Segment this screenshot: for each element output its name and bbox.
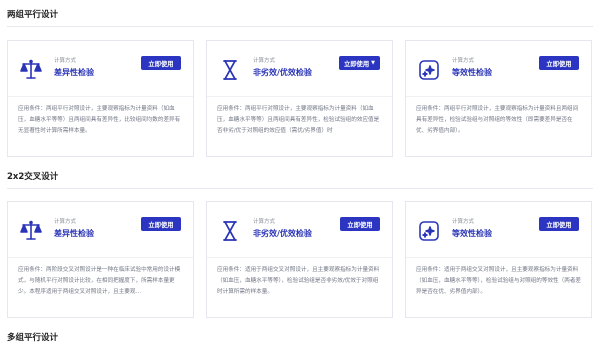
use-now-label: 立即使用 — [148, 60, 174, 68]
method-type-label: 计算方式 — [54, 58, 77, 64]
use-now-label: 立即使用 — [347, 221, 373, 229]
sparkle-icon — [417, 58, 441, 82]
method-card-noninferiority[interactable]: 计算方式 非劣效/优效检验 立即使用 ▼ 应用条件：两组平行对照设计，主要观察指标… — [206, 40, 393, 157]
method-name: 非劣效/优效检验 — [253, 229, 312, 238]
use-now-button[interactable]: 立即使用 — [141, 217, 181, 231]
scale-icon — [19, 58, 43, 82]
method-card-difference[interactable]: 计算方式 差异性检验 立即使用 应用条件：两阶段交叉对照设计是一种在临床试验中常… — [7, 201, 194, 318]
use-now-button[interactable]: 立即使用 — [340, 217, 380, 231]
method-name: 等效性检验 — [452, 68, 492, 77]
card-divider — [406, 257, 591, 258]
method-type-label: 计算方式 — [452, 58, 475, 64]
use-now-dropdown-button[interactable]: 立即使用 ▼ — [338, 56, 380, 70]
use-now-label: 立即使用 — [546, 60, 572, 68]
section-divider — [7, 188, 593, 189]
method-card-equivalence[interactable]: 计算方式 等效性检验 立即使用 应用条件：两组平行对照设计，主要观察指标为计量资… — [405, 40, 592, 157]
section-title-parallel: 两组平行设计 — [7, 10, 59, 20]
method-description: 应用条件：适用于两组交叉对照设计，且主要观察指标为计量资料（如血压，血糖水平等等… — [416, 267, 582, 295]
card-divider — [8, 96, 193, 97]
hourglass-icon — [218, 219, 242, 243]
section-title-multi-group: 多组平行设计 — [7, 333, 59, 343]
method-description: 应用条件：两组平行对照设计，主要观察指标为计量资料（如血压，血糖水平等等）且两组… — [217, 106, 380, 134]
method-name: 差异性检验 — [54, 68, 94, 77]
method-type-label: 计算方式 — [253, 58, 276, 64]
card-divider — [8, 257, 193, 258]
section-divider — [7, 26, 593, 27]
card-divider — [207, 96, 392, 97]
caret-down-icon: ▼ — [371, 59, 375, 66]
use-now-label: 立即使用 — [148, 221, 174, 229]
method-card-difference[interactable]: 计算方式 差异性检验 立即使用 应用条件：两组平行对照设计，主要观察指标为计量资… — [7, 40, 194, 157]
method-description: 应用条件：适用于两组交叉对照设计，且主要观察指标为计量资料（如血压，血糖水平等等… — [217, 267, 380, 295]
method-name: 非劣效/优效检验 — [253, 68, 312, 77]
method-type-label: 计算方式 — [452, 219, 475, 225]
section-title-crossover: 2x2交叉设计 — [7, 172, 59, 182]
method-type-label: 计算方式 — [253, 219, 276, 225]
card-divider — [207, 257, 392, 258]
card-divider — [406, 96, 591, 97]
method-description: 应用条件：两阶段交叉对照设计是一种在临床试验中常用的设计模式，与随机平行对照设计… — [18, 267, 181, 295]
hourglass-icon — [218, 58, 242, 82]
use-now-label: 立即使用 — [343, 60, 370, 68]
method-type-label: 计算方式 — [54, 219, 77, 225]
use-now-button[interactable]: 立即使用 — [539, 217, 579, 231]
method-card-noninferiority[interactable]: 计算方式 非劣效/优效检验 立即使用 应用条件：适用于两组交叉对照设计，且主要观… — [206, 201, 393, 318]
use-now-button[interactable]: 立即使用 — [141, 56, 181, 70]
sparkle-icon — [417, 219, 441, 243]
method-description: 应用条件：两组平行对照设计，主要观察指标为计量资料且两组间具有差异性，检验试验组… — [416, 106, 579, 134]
method-name: 差异性检验 — [54, 229, 94, 238]
method-card-equivalence[interactable]: 计算方式 等效性检验 立即使用 应用条件：适用于两组交叉对照设计，且主要观察指标… — [405, 201, 592, 318]
use-now-button[interactable]: 立即使用 — [539, 56, 579, 70]
scale-icon — [19, 219, 43, 243]
method-description: 应用条件：两组平行对照设计，主要观察指标为计量资料（如血压，血糖水平等等）且两组… — [18, 106, 181, 134]
use-now-label: 立即使用 — [546, 221, 572, 229]
method-name: 等效性检验 — [452, 229, 492, 238]
